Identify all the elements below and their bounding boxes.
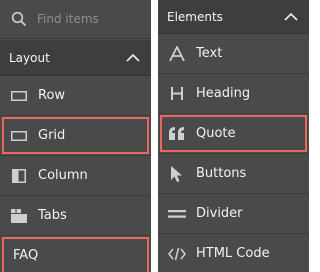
item-label: Row	[38, 88, 66, 103]
sidebar-item-grid[interactable]: Grid	[0, 116, 151, 156]
item-label: Quote	[196, 126, 236, 141]
sidebar-item-quote[interactable]: Quote	[158, 114, 309, 154]
sidebar-item-text[interactable]: Text	[158, 34, 309, 74]
item-label: Heading	[196, 86, 251, 101]
grid-icon	[10, 127, 28, 145]
item-label: FAQ	[13, 248, 39, 263]
sidebar-item-faq[interactable]: FAQ	[0, 236, 151, 272]
sidebar-item-html-code[interactable]: HTML Code	[158, 234, 309, 272]
search-input[interactable]	[37, 12, 133, 26]
search-bar	[0, 0, 151, 39]
item-label: Column	[38, 168, 88, 183]
sidebar-item-row[interactable]: Row	[0, 76, 151, 116]
elements-section-header[interactable]: Elements	[158, 0, 309, 34]
sidebar-item-divider[interactable]: Divider	[158, 194, 309, 234]
layout-section-header[interactable]: Layout	[0, 40, 151, 76]
cursor-icon	[168, 165, 186, 183]
chevron-up-icon[interactable]	[125, 53, 141, 63]
section-title: Elements	[167, 9, 223, 24]
sidebar-item-column[interactable]: Column	[0, 156, 151, 196]
sidebar-item-heading[interactable]: Heading	[158, 74, 309, 114]
item-label: Grid	[38, 128, 66, 143]
elements-panel: Elements Text Heading Quote Buttons Divi…	[158, 0, 309, 272]
item-label: Text	[196, 46, 223, 61]
column-icon	[10, 167, 28, 185]
layout-panel: Layout Row Grid Column Tabs FAQ	[0, 0, 151, 272]
heading-icon	[168, 85, 186, 103]
row-icon	[10, 87, 28, 105]
search-icon	[11, 11, 27, 27]
chevron-up-icon[interactable]	[283, 12, 299, 22]
item-label: HTML Code	[196, 246, 270, 261]
item-label: Divider	[196, 206, 243, 221]
sidebar-item-buttons[interactable]: Buttons	[158, 154, 309, 194]
item-label: Tabs	[38, 208, 67, 223]
sidebar-item-tabs[interactable]: Tabs	[0, 196, 151, 236]
text-icon	[168, 45, 186, 63]
quote-icon	[168, 125, 186, 143]
code-icon	[168, 245, 186, 263]
divider-icon	[168, 205, 186, 223]
section-title: Layout	[9, 50, 50, 65]
item-label: Buttons	[196, 166, 247, 181]
tabs-icon	[10, 207, 28, 225]
